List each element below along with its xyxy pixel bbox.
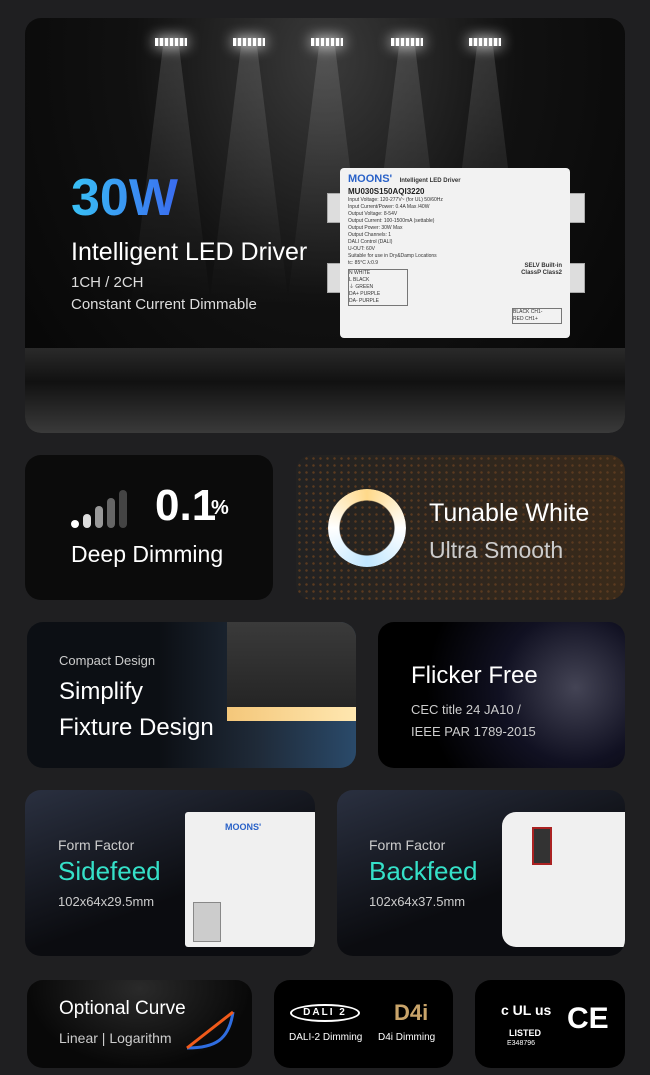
d4i-label: D4i Dimming xyxy=(378,1032,436,1043)
sidefeed-size: 102x64x29.5mm xyxy=(58,894,155,909)
dimming-label: Deep Dimming xyxy=(71,541,224,567)
ul-file-number: E348796 xyxy=(507,1040,536,1047)
terminal-block xyxy=(532,827,552,865)
spotlight-icon xyxy=(311,38,343,46)
led-driver-product: MOONS' Intelligent LED Driver MU030S150A… xyxy=(340,168,570,338)
fixture-image xyxy=(227,622,356,717)
flicker-free-card: Flicker Free CEC title 24 JA10 / IEEE PA… xyxy=(378,622,625,768)
spec-line: DALI Control (DALI) xyxy=(348,239,393,245)
spec-line: Input Current/Power: 0.4A Max /40W xyxy=(348,204,430,210)
wiring-row: DA- PURPLE xyxy=(349,298,380,304)
backfeed-size: 102x64x37.5mm xyxy=(369,894,466,909)
compact-line2: Fixture Design xyxy=(59,714,214,741)
tunable-title: Tunable White xyxy=(429,499,590,527)
brand-logo: MOONS' xyxy=(225,822,262,832)
spec-line: Output Voltage: 8-54V xyxy=(348,211,398,217)
dimming-curve-icon xyxy=(186,1010,235,1050)
spotlight-icon xyxy=(155,38,187,46)
signal-bars-icon xyxy=(71,490,127,528)
fixture-light xyxy=(227,707,356,721)
ce-mark: CE xyxy=(567,1002,609,1035)
class-mark: ClassP Class2 xyxy=(521,270,562,276)
spotlight-icon xyxy=(469,38,501,46)
power-rating: 30W xyxy=(71,169,178,227)
spec-line: Output Power: 30W Max xyxy=(348,225,403,231)
ul-listed: LISTED xyxy=(509,1028,542,1038)
light-beam xyxy=(209,46,289,306)
wiring-row: N WHITE xyxy=(349,270,371,276)
sidefeed-driver-image: MOONS' xyxy=(185,812,315,947)
deep-dimming-card: 0.1 % Deep Dimming xyxy=(25,455,273,600)
wiring-row: DA+ PURPLE xyxy=(349,291,381,297)
wiring-row: L BLACK xyxy=(349,277,370,283)
output-row: RED CH1+ xyxy=(513,316,538,322)
backfeed-card: Form Factor Backfeed 102x64x37.5mm xyxy=(337,790,625,956)
spec-line: Suitable for use in Dry&Damp Locations xyxy=(348,253,437,259)
hero-title: Intelligent LED Driver xyxy=(71,238,308,266)
dimming-value: 0.1 xyxy=(155,481,217,530)
model-number: MU030S150AQI3220 xyxy=(348,187,425,196)
compact-kicker: Compact Design xyxy=(59,653,156,668)
flicker-line2: IEEE PAR 1789-2015 xyxy=(411,724,536,739)
dali2-logo: DALI 2 xyxy=(290,1004,360,1022)
backfeed-driver-image xyxy=(502,812,625,947)
d4i-logo: D4i xyxy=(394,1000,429,1025)
spec-line: Input Voltage: 120-277V~ (for UL) 50/60H… xyxy=(348,197,443,203)
terminal-block xyxy=(193,902,221,942)
tunable-white-card: Tunable White Ultra Smooth xyxy=(296,455,625,600)
label-heading: Intelligent LED Driver xyxy=(399,178,461,184)
hero-subtitle: Constant Current Dimmable xyxy=(71,296,257,313)
output-row: BLACK CH1- xyxy=(513,309,543,315)
dali2-label: DALI-2 Dimming xyxy=(289,1032,363,1043)
spotlight-icon xyxy=(233,38,265,46)
ul-logo: c UL us xyxy=(501,1002,552,1018)
compact-design-card: Compact Design Simplify Fixture Design xyxy=(27,622,356,768)
compact-line1: Simplify xyxy=(59,678,144,705)
sidefeed-title: Sidefeed xyxy=(58,856,161,886)
dali-card: DALI 2 D4i DALI-2 Dimming D4i Dimming xyxy=(274,980,453,1068)
spec-line: Output Channels: 1 xyxy=(348,232,392,238)
hero-banner: 30W Intelligent LED Driver 1CH / 2CH Con… xyxy=(25,18,625,433)
hero-channels: 1CH / 2CH xyxy=(71,274,144,291)
flicker-line1: CEC title 24 JA10 / xyxy=(411,702,521,717)
optional-curve-card: Optional Curve Linear | Logarithm xyxy=(27,980,252,1068)
spotlight-icon xyxy=(391,38,423,46)
sidefeed-kicker: Form Factor xyxy=(58,837,135,853)
certification-card: c UL us LISTED E348796 CE xyxy=(475,980,625,1068)
brand-logo: MOONS' xyxy=(348,173,393,185)
backfeed-title: Backfeed xyxy=(369,856,478,886)
wiring-row: ⏚ GREEN xyxy=(349,284,374,290)
curve-subtitle: Linear | Logarithm xyxy=(59,1030,172,1046)
curve-title: Optional Curve xyxy=(59,998,186,1019)
sidefeed-card: MOONS' Form Factor Sidefeed 102x64x29.5m… xyxy=(25,790,315,956)
stage-floor xyxy=(25,348,625,433)
spec-line: Output Current: 100-1500mA (settable) xyxy=(348,218,435,224)
spec-line: U-OUT: 60V xyxy=(348,246,375,252)
color-temperature-ring-icon xyxy=(328,489,406,567)
backfeed-kicker: Form Factor xyxy=(369,837,446,853)
dimming-unit: % xyxy=(211,497,229,519)
flicker-title: Flicker Free xyxy=(411,662,538,689)
tunable-subtitle: Ultra Smooth xyxy=(429,537,564,563)
selv-mark: SELV Built-in xyxy=(524,263,562,269)
